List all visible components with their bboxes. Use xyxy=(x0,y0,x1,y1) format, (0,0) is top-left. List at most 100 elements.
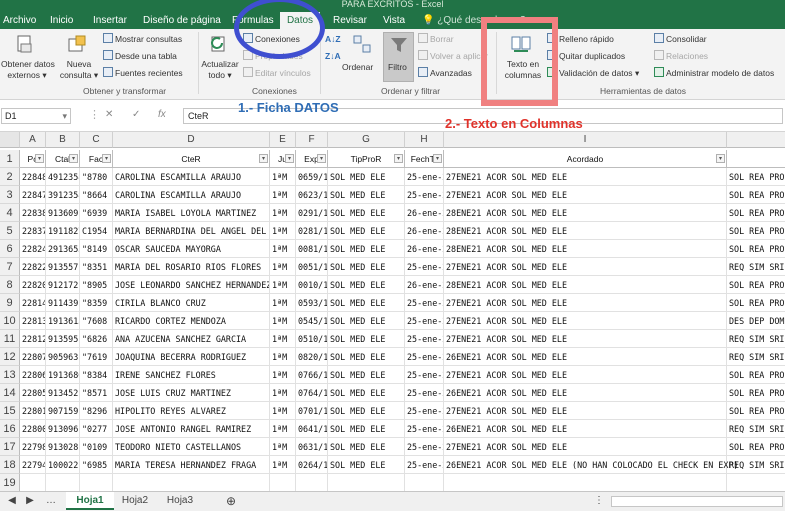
table-cell[interactable]: 0051/18 xyxy=(296,258,328,276)
table-cell[interactable]: 26-ene-21 xyxy=(405,222,444,240)
desde-tabla-button[interactable]: Desde una tabla xyxy=(103,49,177,63)
relaciones-button[interactable]: Relaciones xyxy=(654,49,708,63)
table-cell[interactable]: 913557 xyxy=(46,258,80,276)
tab-diseno-pagina[interactable]: Diseño de página xyxy=(143,12,221,29)
tab-splitter[interactable]: ⋮ xyxy=(594,492,604,510)
table-cell[interactable]: SOL REA PRO xyxy=(727,294,785,312)
table-cell[interactable]: SOL MED ELE xyxy=(328,222,405,240)
table-cell[interactable]: 0081/18 xyxy=(296,240,328,258)
table-cell[interactable]: "8571 xyxy=(80,384,113,402)
table-header-cell[interactable]: Pc ▾ xyxy=(20,150,46,168)
table-cell[interactable]: SOL MED ELE xyxy=(328,456,405,474)
filter-dropdown-icon[interactable]: ▾ xyxy=(259,154,268,163)
table-cell[interactable]: SOL MED ELE xyxy=(328,384,405,402)
table-cell[interactable]: SOL MED ELE xyxy=(328,168,405,186)
row-number[interactable]: 3 xyxy=(0,186,20,204)
column-header-e[interactable]: E xyxy=(270,132,296,148)
table-cell[interactable]: 25-ene-21 xyxy=(405,456,444,474)
table-cell[interactable]: 0764/16 xyxy=(296,384,328,402)
table-cell[interactable]: TEODORO NIETO CASTELLANOS xyxy=(113,438,270,456)
table-cell[interactable]: 4912358 xyxy=(46,168,80,186)
filter-dropdown-icon[interactable]: ▾ xyxy=(716,154,725,163)
row-number[interactable]: 19 xyxy=(0,474,20,491)
table-cell[interactable]: "8384 xyxy=(80,366,113,384)
table-cell[interactable]: 22820 xyxy=(20,276,46,294)
table-cell[interactable]: 1ªM xyxy=(270,366,296,384)
table-cell[interactable]: SOL MED ELE xyxy=(328,402,405,420)
table-cell[interactable]: 1913680 xyxy=(46,366,80,384)
table-header-cell[interactable]: Fac ▾ xyxy=(80,150,113,168)
row-number[interactable]: 11 xyxy=(0,330,20,348)
table-cell[interactable]: 22813 xyxy=(20,312,46,330)
table-cell[interactable]: "8149 xyxy=(80,240,113,258)
table-cell[interactable] xyxy=(20,474,46,491)
table-cell[interactable]: SOL REA PRO xyxy=(727,168,785,186)
table-cell[interactable]: "6826 xyxy=(80,330,113,348)
table-cell[interactable]: 1ªM xyxy=(270,258,296,276)
mostrar-consultas-button[interactable]: Mostrar consultas xyxy=(103,32,182,46)
table-cell[interactable]: SOL MED ELE xyxy=(328,276,405,294)
row-number[interactable]: 9 xyxy=(0,294,20,312)
table-cell[interactable]: SOL MED ELE xyxy=(328,330,405,348)
fuentes-recientes-button[interactable]: Fuentes recientes xyxy=(103,66,183,80)
cancel-icon[interactable]: ✕ xyxy=(105,109,113,120)
row-number[interactable]: 10 xyxy=(0,312,20,330)
table-cell[interactable]: 1ªM xyxy=(270,204,296,222)
sheet-tab-hoja1[interactable]: Hoja1 xyxy=(66,492,114,510)
table-cell[interactable]: SOL MED ELE xyxy=(328,438,405,456)
sheet-tab-hoja2[interactable]: Hoja2 xyxy=(116,492,154,510)
table-cell[interactable]: CIRILA BLANCO CRUZ xyxy=(113,294,270,312)
table-cell[interactable]: 0701/16 xyxy=(296,402,328,420)
row-number[interactable]: 6 xyxy=(0,240,20,258)
quitar-duplicados-button[interactable]: Quitar duplicados xyxy=(547,49,625,63)
table-cell[interactable]: REQ SIM SRIO (C xyxy=(727,330,785,348)
table-cell[interactable] xyxy=(727,474,785,491)
table-cell[interactable]: 22847 xyxy=(20,186,46,204)
table-cell[interactable]: 26ENE21 ACOR SOL MED ELE (NO HAN COLOCAD… xyxy=(444,456,738,474)
table-cell[interactable]: 913595 xyxy=(46,330,80,348)
table-cell[interactable]: SOL REA PRO xyxy=(727,366,785,384)
table-header-cell[interactable]: Ctal ▾ xyxy=(46,150,80,168)
table-cell[interactable]: 0593/19 xyxy=(296,294,328,312)
sheet-tab-hoja3[interactable]: Hoja3 xyxy=(161,492,199,510)
table-cell[interactable]: 26ENE21 ACOR SOL MED ELE xyxy=(444,420,727,438)
table-cell[interactable]: MARIA TERESA HERNANDEZ FRAGA xyxy=(113,456,270,474)
table-cell[interactable]: SOL MED ELE xyxy=(328,204,405,222)
table-cell[interactable]: CAROLINA ESCAMILLA ARAUJO xyxy=(113,186,270,204)
table-cell[interactable]: "8296 xyxy=(80,402,113,420)
table-cell[interactable] xyxy=(113,474,270,491)
table-cell[interactable]: 25-ene-21 xyxy=(405,294,444,312)
table-cell[interactable]: 0820/16 xyxy=(296,348,328,366)
table-cell[interactable] xyxy=(46,474,80,491)
table-cell[interactable] xyxy=(80,474,113,491)
table-cell[interactable]: 0281/19 xyxy=(296,222,328,240)
table-cell[interactable]: 25-ene-21 xyxy=(405,348,444,366)
table-cell[interactable]: "8780 xyxy=(80,168,113,186)
row-number[interactable]: 8 xyxy=(0,276,20,294)
table-cell[interactable]: 905963 xyxy=(46,348,80,366)
table-cell[interactable]: 1ªM xyxy=(270,168,296,186)
table-cell[interactable]: 1ªM xyxy=(270,420,296,438)
actualizar-todo-button[interactable]: Actualizar todo ▾ xyxy=(200,59,240,81)
table-cell[interactable]: HIPOLITO REYES ALVAREZ xyxy=(113,402,270,420)
new-sheet-button[interactable]: ⊕ xyxy=(221,492,241,510)
table-cell[interactable]: RICARDO CORTEZ MENDOZA xyxy=(113,312,270,330)
table-cell[interactable]: 913028 xyxy=(46,438,80,456)
column-header-b[interactable]: B xyxy=(46,132,80,148)
consolidar-button[interactable]: Consolidar xyxy=(654,32,707,46)
row-number[interactable]: 14 xyxy=(0,384,20,402)
sort-az-button[interactable]: A↓Z xyxy=(325,32,341,46)
table-cell[interactable]: 27ENE21 ACOR SOL MED ELE xyxy=(444,258,727,276)
enter-icon[interactable]: ✓ xyxy=(132,109,140,120)
table-cell[interactable]: REQ SIM SRIO (C xyxy=(727,258,785,276)
table-cell[interactable]: 28ENE21 ACOR SOL MED ELE xyxy=(444,276,727,294)
table-cell[interactable]: SOL MED ELE xyxy=(328,312,405,330)
table-cell[interactable]: 0641/10 xyxy=(296,420,328,438)
table-cell[interactable] xyxy=(405,474,444,491)
table-cell[interactable]: 27ENE21 ACOR SOL MED ELE xyxy=(444,294,727,312)
filter-dropdown-icon[interactable]: ▾ xyxy=(35,154,44,163)
table-cell[interactable]: 28ENE21 ACOR SOL MED ELE xyxy=(444,204,727,222)
table-cell[interactable]: 22812 xyxy=(20,330,46,348)
column-header-a[interactable]: A xyxy=(20,132,46,148)
spreadsheet-grid[interactable]: A B C D E F G H I 1 2 3 4 5 6 7 8 9 10 11 12 13 14 15 16 17 18 19 Pc… xyxy=(0,132,785,491)
